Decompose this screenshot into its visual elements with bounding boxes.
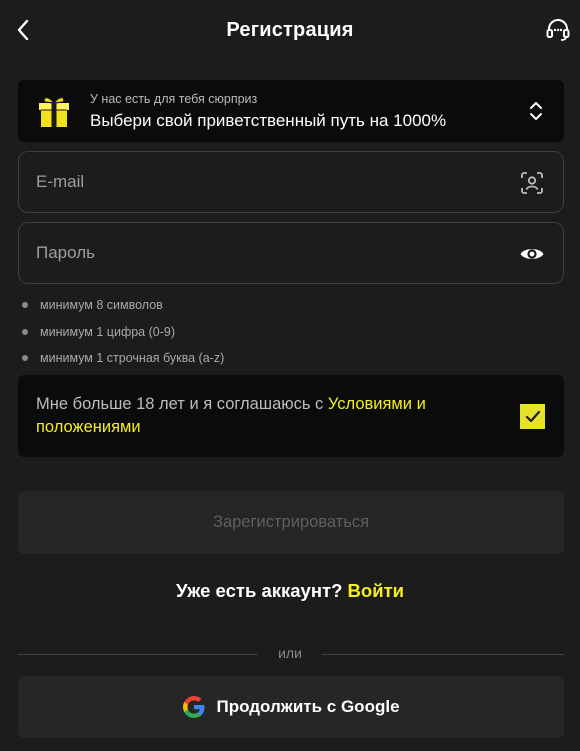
page-title: Регистрация — [226, 18, 354, 41]
headset-icon — [546, 19, 570, 41]
password-rule: минимум 1 цифра (0-9) — [22, 319, 224, 346]
checkmark-icon — [525, 410, 540, 422]
bullet-icon — [22, 302, 28, 309]
password-rule: минимум 1 строчная буква (a-z) — [22, 345, 224, 372]
password-rule-text: минимум 1 строчная буква (a-z) — [40, 351, 225, 366]
eye-icon[interactable] — [519, 241, 545, 267]
bullet-icon — [22, 355, 28, 362]
login-prompt-text: Уже есть аккаунт? — [175, 580, 343, 601]
terms-text-prefix: Мне больше 18 лет и я соглашаюсь с — [36, 395, 328, 413]
terms-text: Мне больше 18 лет и я соглашаюсь с Услов… — [36, 393, 476, 439]
chevron-up-down-icon — [530, 102, 542, 120]
password-field — [18, 222, 564, 284]
terms-checkbox[interactable] — [520, 404, 545, 429]
promo-subtitle: У нас есть для тебя сюрприз — [90, 92, 258, 106]
google-signin-button[interactable]: Продолжить с Google — [18, 676, 564, 738]
password-rule: минимум 8 символов — [22, 292, 224, 319]
back-button[interactable] — [10, 16, 36, 44]
bullet-icon — [22, 328, 28, 335]
face-scan-icon[interactable] — [519, 170, 545, 196]
terms-agreement: Мне больше 18 лет и я соглашаюсь с Услов… — [18, 375, 564, 457]
google-icon — [183, 696, 206, 718]
password-input[interactable] — [36, 223, 506, 283]
promo-title: Выбери свой приветственный путь на 1000% — [90, 111, 447, 130]
gift-icon — [39, 97, 69, 127]
email-input[interactable] — [36, 152, 506, 212]
login-prompt: Уже есть аккаунт? Войти — [0, 580, 580, 602]
password-rule-text: минимум 8 символов — [40, 298, 163, 313]
password-rule-text: минимум 1 цифра (0-9) — [40, 324, 175, 339]
welcome-offer-selector[interactable]: У нас есть для тебя сюрприз Выбери свой … — [18, 80, 564, 142]
divider-text: или — [278, 645, 302, 661]
chevron-left-icon — [17, 19, 29, 41]
header: Регистрация — [0, 0, 580, 60]
google-button-label: Продолжить с Google — [216, 697, 400, 716]
login-link[interactable]: Войти — [348, 580, 404, 601]
divider-line-right — [322, 654, 564, 655]
support-button[interactable] — [544, 16, 572, 44]
email-field — [18, 151, 564, 213]
register-button[interactable]: Зарегистрироваться — [18, 491, 564, 554]
password-rules: минимум 8 символов минимум 1 цифра (0-9)… — [22, 292, 224, 372]
